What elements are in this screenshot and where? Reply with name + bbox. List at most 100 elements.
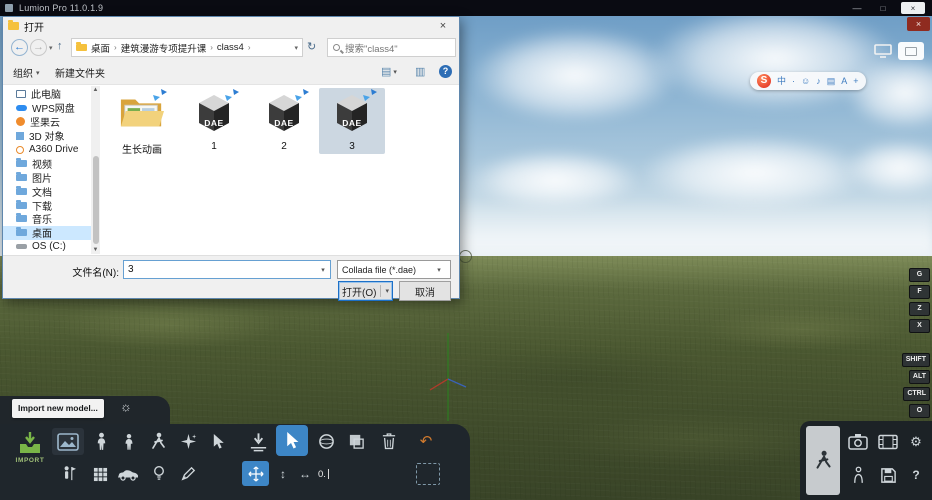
search-box[interactable]: 搜索"class4": [327, 38, 456, 57]
place-object-button[interactable]: [244, 428, 272, 455]
refresh-button[interactable]: ↻: [307, 40, 316, 53]
ime-punct-icon[interactable]: ·: [792, 73, 795, 89]
cancel-button[interactable]: 取消: [399, 281, 451, 301]
computer-icon: [16, 90, 26, 98]
panorama-person-button[interactable]: [845, 461, 871, 489]
lumion-exit-button[interactable]: ×: [907, 17, 930, 31]
address-dropdown-icon[interactable]: ▾: [294, 44, 298, 52]
screen-share-icon[interactable]: [874, 44, 892, 58]
rotate-heading-button[interactable]: ↔: [295, 462, 315, 486]
a360-icon: [16, 146, 24, 154]
breadcrumb-class4[interactable]: class4: [217, 42, 244, 53]
file-item-folder[interactable]: 生长动画: [109, 88, 175, 154]
filetype-combobox[interactable]: Collada file (*.dae) ▾: [337, 260, 451, 279]
window-title: Lumion Pro 11.0.1.9: [19, 3, 103, 13]
organize-button[interactable]: 组织 ▾: [13, 65, 40, 80]
sidebar-item-music[interactable]: 音乐: [3, 212, 91, 226]
ime-mic-icon[interactable]: ♪: [816, 73, 821, 89]
close-button[interactable]: ×: [901, 2, 925, 14]
preview-pane-button[interactable]: ▥: [415, 65, 425, 78]
trash-button[interactable]: [377, 428, 401, 454]
ime-lang-icon[interactable]: 中: [777, 73, 786, 89]
move-xy-button[interactable]: [242, 461, 269, 486]
open-dropdown-icon[interactable]: ▾: [385, 287, 389, 295]
movie-mode-button[interactable]: [875, 429, 901, 454]
recent-locations-dropdown[interactable]: ▾: [49, 44, 53, 52]
sidebar-item-documents[interactable]: 文档: [3, 184, 91, 198]
photo-mode-button[interactable]: [845, 429, 871, 454]
flag-person-button[interactable]: [54, 461, 82, 487]
file-item-dae-3-selected[interactable]: DAE 3: [319, 88, 385, 154]
import-model-button[interactable]: [12, 430, 48, 456]
ime-skin-icon[interactable]: A: [841, 73, 847, 89]
build-mode-button[interactable]: [806, 426, 840, 495]
breadcrumb-desktop[interactable]: 桌面: [91, 41, 110, 55]
dialog-close-button[interactable]: ×: [427, 17, 459, 35]
sidebar-item-pictures[interactable]: 图片: [3, 170, 91, 184]
sidebar-item-videos[interactable]: 视频: [3, 156, 91, 170]
sidebar-item-downloads[interactable]: 下载: [3, 198, 91, 212]
minimize-button[interactable]: —: [848, 1, 866, 15]
select-tool-button[interactable]: [206, 428, 230, 455]
back-button[interactable]: ←: [11, 39, 28, 56]
filename-dropdown-icon[interactable]: ▾: [316, 266, 330, 274]
vehicle-button[interactable]: [114, 463, 142, 485]
capture-tool[interactable]: [898, 42, 924, 60]
mass-placement-button[interactable]: [88, 462, 112, 486]
address-bar[interactable]: 桌面 › 建筑漫游专项提升课 › class4 › ▾: [71, 38, 303, 57]
filename-combobox[interactable]: ▾: [123, 260, 331, 279]
offset-value-field[interactable]: 0.: [318, 464, 346, 484]
dialog-folder-icon: [8, 22, 19, 30]
save-button[interactable]: [875, 461, 901, 489]
breadcrumb-course-folder[interactable]: 建筑漫游专项提升课: [121, 41, 207, 55]
sidebar-item-3d-objects[interactable]: 3D 对象: [3, 129, 91, 143]
sogou-logo-icon[interactable]: S: [757, 74, 771, 88]
weather-sun-icon[interactable]: ☼: [120, 400, 132, 414]
scrollbar-thumb[interactable]: [93, 156, 99, 244]
help-icon[interactable]: ?: [439, 65, 452, 78]
move-object-tool-selected[interactable]: [276, 425, 308, 456]
scroll-up-icon[interactable]: ▲: [91, 87, 100, 93]
view-large-icon: ▤: [381, 65, 391, 78]
scroll-down-icon[interactable]: ▼: [91, 247, 100, 253]
sidebar-item-desktop[interactable]: 桌面: [3, 226, 91, 240]
view-mode-button[interactable]: ▤ ▾: [381, 65, 397, 78]
model-library-button[interactable]: [52, 428, 84, 455]
places-sidebar: 此电脑 WPS网盘 坚果云 3D 对象 A360 Drive 视频 图片 文档 …: [3, 87, 91, 254]
file-name: 1: [181, 141, 247, 152]
navigation-row: ← → ▾ ↑ 桌面 › 建筑漫游专项提升课 › class4 › ▾ ↻ 搜索…: [3, 35, 459, 61]
sidebar-item-a360-drive[interactable]: A360 Drive: [3, 143, 91, 157]
effects-button[interactable]: [176, 428, 200, 455]
sidebar-item-os-c[interactable]: OS (C:): [3, 240, 91, 254]
ime-emoji-icon[interactable]: ☺: [801, 73, 810, 89]
forward-button[interactable]: →: [30, 39, 47, 56]
ime-toolbox-icon[interactable]: +: [853, 73, 858, 89]
dialog-titlebar[interactable]: 打开: [3, 17, 459, 35]
settings-gear-button[interactable]: ⚙: [904, 429, 928, 454]
nature-person-button[interactable]: [90, 428, 112, 455]
maximize-button[interactable]: □: [874, 1, 892, 15]
ime-keyboard-icon[interactable]: ▤: [827, 73, 836, 89]
file-item-dae-1[interactable]: DAE 1: [181, 88, 247, 154]
key-hint-shift: SHIFT: [902, 353, 930, 367]
up-button[interactable]: ↑: [57, 40, 63, 52]
sidebar-item-wps-cloud[interactable]: WPS网盘: [3, 101, 91, 115]
open-button[interactable]: 打开(O) ▾: [338, 281, 393, 301]
pictures-folder-icon: [16, 174, 27, 181]
light-button[interactable]: [148, 461, 170, 487]
filename-input[interactable]: [124, 264, 316, 275]
help-button[interactable]: ?: [904, 461, 928, 489]
annotation-pen-button[interactable]: [176, 461, 200, 487]
undo-button[interactable]: ↶: [414, 428, 438, 454]
walking-person-button[interactable]: [146, 428, 170, 455]
file-item-dae-2[interactable]: DAE 2: [251, 88, 317, 154]
layer-button[interactable]: [344, 429, 368, 454]
people-button[interactable]: [118, 428, 140, 455]
sidebar-scrollbar[interactable]: ▲ ▼: [91, 86, 100, 254]
sidebar-item-nutcloud[interactable]: 坚果云: [3, 115, 91, 129]
new-folder-button[interactable]: 新建文件夹: [55, 65, 105, 80]
move-vertical-button[interactable]: ↕: [273, 462, 293, 486]
sphere-context-button[interactable]: [314, 429, 338, 454]
sidebar-item-this-pc[interactable]: 此电脑: [3, 87, 91, 101]
marquee-select-button[interactable]: [416, 463, 440, 485]
